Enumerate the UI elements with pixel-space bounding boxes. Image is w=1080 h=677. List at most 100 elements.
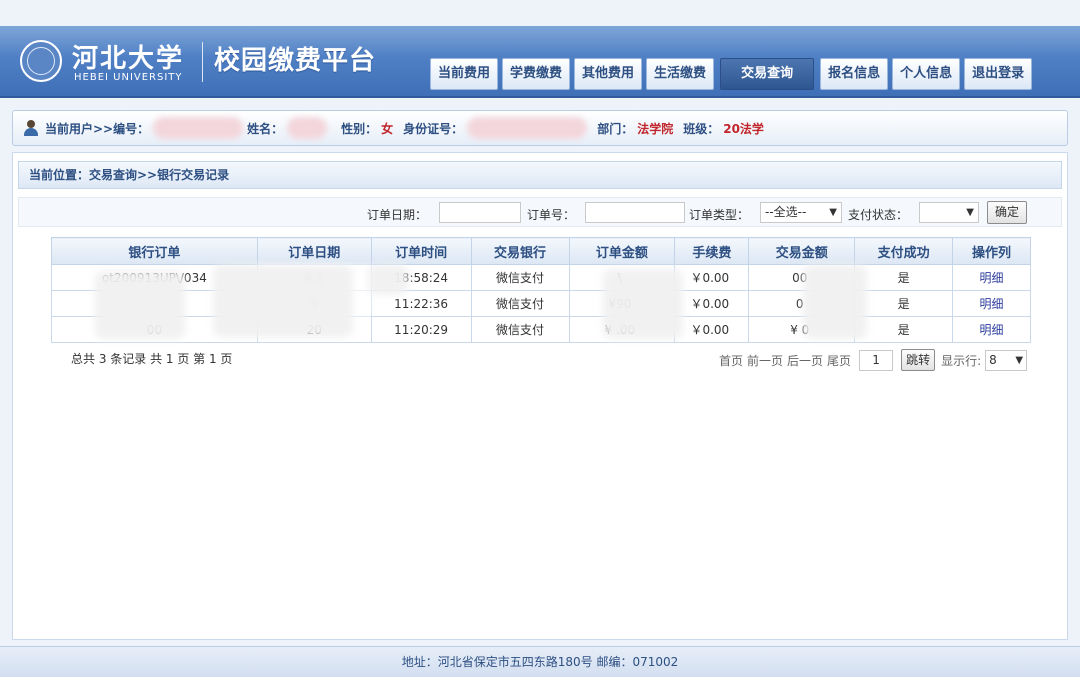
table-row: 00 20 11:20:29 微信支付 ¥ .00 ￥0.00 ¥ 0 是 明细 [51, 316, 1031, 343]
order-date-input[interactable] [439, 202, 521, 223]
header: 河北大学 HEBEI UNIVERSITY 校园缴费平台 当前费用 学费缴费 其… [0, 26, 1080, 98]
cell-pay-success: 是 [854, 264, 954, 291]
col-trade-bank: 交易银行 [470, 237, 570, 265]
record-summary: 总共 3 条记录 共 1 页 第 1 页 [71, 352, 233, 366]
cell-action: 明细 [952, 316, 1031, 343]
order-date-label: 订单日期： [367, 208, 428, 222]
nav-other-fees[interactable]: 其他费用 [574, 58, 643, 90]
last-page-link[interactable]: 尾页 [827, 352, 851, 369]
chevron-down-icon: ▼ [966, 207, 974, 218]
current-user-label: 当前用户>>编号： [45, 121, 150, 136]
cell-bank-order [51, 290, 258, 317]
gender-value: 女 [381, 121, 394, 136]
university-seal-icon [20, 40, 62, 82]
jump-button[interactable]: 跳转 [901, 349, 936, 371]
cell-fee: ￥0.00 [674, 264, 750, 291]
nav-current-fees[interactable]: 当前费用 [430, 58, 499, 90]
cell-order-date: 0 1 [256, 264, 372, 291]
content-panel: 当前位置：交易查询>>银行交易记录 订单日期： 订单号： 订单类型： --全选-… [12, 152, 1068, 640]
cell-order-amount: \ [568, 264, 676, 291]
logo-english: HEBEI UNIVERSITY [74, 72, 183, 83]
cell-trade-bank: 微信支付 [470, 290, 570, 317]
table-row: 5 11:22:36 微信支付 ¥90 ￥0.00 0 是 明细 [51, 290, 1031, 317]
cell-trade-amount: 0 [748, 290, 856, 317]
nav-transaction-query[interactable]: 交易查询 [720, 58, 815, 90]
class-label: 班级： [683, 121, 720, 136]
col-action: 操作列 [952, 237, 1031, 265]
order-type-value: --全选-- [765, 205, 807, 219]
pay-status-select[interactable]: ▼ [919, 202, 979, 223]
id-number-label: 身份证号： [403, 121, 464, 136]
col-order-time: 订单时间 [370, 237, 472, 265]
rows-per-page-label: 显示行: [941, 353, 982, 368]
col-fee: 手续费 [674, 237, 750, 265]
cell-trade-amount: ¥ 0 [748, 316, 856, 343]
chevron-down-icon: ▼ [829, 207, 837, 218]
top-strip [0, 0, 1080, 26]
next-page-link[interactable]: 后一页 [787, 352, 823, 369]
department-label: 部门： [597, 121, 634, 136]
nav-logout[interactable]: 退出登录 [964, 58, 1033, 90]
logo-chinese: 河北大学 [72, 44, 185, 74]
redacted-name [287, 117, 328, 139]
col-order-amount: 订单金额 [568, 237, 676, 265]
table-header-row: 银行订单 订单日期 订单时间 交易银行 订单金额 手续费 交易金额 支付成功 操… [51, 237, 1031, 265]
site-title: 校园缴费平台 [214, 46, 377, 76]
name-label: 姓名： [247, 121, 284, 136]
cell-fee: ￥0.00 [674, 316, 750, 343]
redacted-id-number [467, 117, 588, 139]
user-info-bar: 当前用户>>编号： 姓名： 性别： 女 身份证号： 部门： 法学院 班级： 20… [12, 110, 1068, 146]
prev-page-link[interactable]: 前一页 [747, 352, 783, 369]
breadcrumb: 当前位置：交易查询>>银行交易记录 [18, 161, 1062, 189]
pagination: 首页 前一页 后一页 尾页 1 跳转 显示行: 8 ▼ [719, 349, 1028, 371]
cell-fee: ￥0.00 [674, 290, 750, 317]
rows-per-page-select[interactable]: 8 ▼ [985, 349, 1028, 371]
department-value: 法学院 [637, 121, 674, 136]
detail-link[interactable]: 明细 [980, 297, 1004, 311]
first-page-link[interactable]: 首页 [719, 352, 743, 369]
confirm-button[interactable]: 确定 [987, 201, 1028, 224]
cell-order-amount: ¥90 [568, 290, 676, 317]
cell-order-time: 11:20:29 [370, 316, 472, 343]
cell-pay-success: 是 [854, 290, 954, 317]
col-order-date: 订单日期 [256, 237, 372, 265]
cell-order-date: 20 [256, 316, 372, 343]
cell-trade-bank: 微信支付 [470, 264, 570, 291]
order-number-input[interactable] [585, 202, 685, 223]
chevron-down-icon: ▼ [1015, 354, 1024, 366]
cell-order-time: 18:58:24 [370, 264, 472, 291]
cell-order-date: 5 [256, 290, 372, 317]
user-icon [23, 120, 39, 136]
main-nav: 当前费用 学费缴费 其他费用 生活缴费 交易查询 报名信息 个人信息 退出登录 [430, 58, 1033, 90]
cell-action: 明细 [952, 264, 1031, 291]
class-value: 20法学 [723, 121, 764, 136]
cell-bank-order: ot200913UP\/034 [51, 264, 258, 291]
nav-personal-info[interactable]: 个人信息 [892, 58, 961, 90]
cell-bank-order: 00 [51, 316, 258, 343]
order-type-label: 订单类型： [689, 208, 750, 222]
col-pay-success: 支付成功 [854, 237, 954, 265]
pay-status-label: 支付状态： [848, 208, 909, 222]
cell-order-amount: ¥ .00 [568, 316, 676, 343]
gender-label: 性别： [341, 121, 378, 136]
filter-bar: 订单日期： 订单号： 订单类型： --全选-- ▼ 支付状态： ▼ 确定 [18, 197, 1062, 227]
transaction-table: 银行订单 订单日期 订单时间 交易银行 订单金额 手续费 交易金额 支付成功 操… [51, 237, 1031, 343]
cell-trade-bank: 微信支付 [470, 316, 570, 343]
nav-tuition-payment[interactable]: 学费缴费 [502, 58, 571, 90]
footer-address: 地址：河北省保定市五四东路180号 邮编：071002 [0, 646, 1080, 677]
detail-link[interactable]: 明细 [980, 323, 1004, 337]
redacted-user-id [153, 117, 244, 139]
order-type-select[interactable]: --全选-- ▼ [760, 202, 842, 223]
logo-divider [202, 42, 203, 82]
order-number-label: 订单号： [527, 208, 576, 222]
col-trade-amount: 交易金额 [748, 237, 856, 265]
cell-order-time: 11:22:36 [370, 290, 472, 317]
col-bank-order: 银行订单 [51, 237, 258, 265]
rows-per-page-value: 8 [989, 352, 997, 367]
cell-action: 明细 [952, 290, 1031, 317]
page-number-input[interactable]: 1 [859, 349, 894, 371]
detail-link[interactable]: 明细 [980, 271, 1004, 285]
nav-living-payment[interactable]: 生活缴费 [646, 58, 715, 90]
table-row: ot200913UP\/034 0 1 18:58:24 微信支付 \ ￥0.0… [51, 264, 1031, 291]
nav-registration-info[interactable]: 报名信息 [820, 58, 889, 90]
